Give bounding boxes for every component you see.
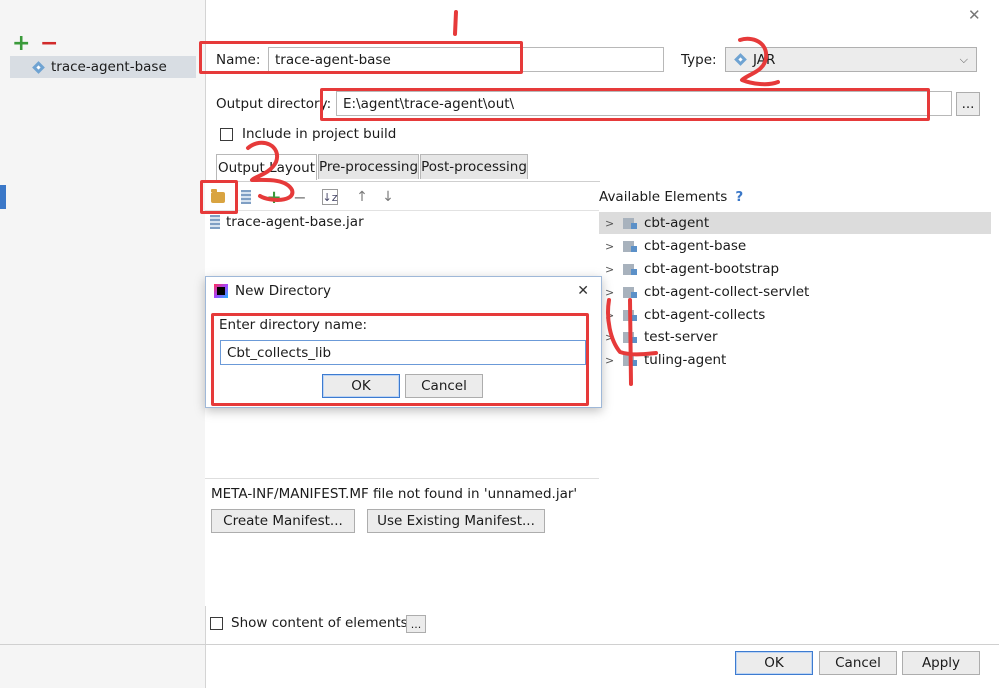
footer-divider xyxy=(0,644,999,645)
help-icon[interactable]: ? xyxy=(735,189,743,205)
ok-button[interactable]: OK xyxy=(735,651,813,675)
available-item-label: cbt-agent-base xyxy=(644,238,747,254)
available-item-label: tuling-agent xyxy=(644,352,727,368)
jar-icon xyxy=(734,53,747,66)
output-dir-label: Output directory: xyxy=(216,96,332,112)
available-item-label: cbt-agent xyxy=(644,215,710,231)
module-icon xyxy=(623,309,638,322)
cancel-button[interactable]: Cancel xyxy=(819,651,897,675)
type-label: Type: xyxy=(681,52,717,68)
chevron-right-icon: > xyxy=(605,239,615,253)
dialog-title: New Directory xyxy=(235,283,331,299)
scroll-indicator xyxy=(0,185,6,209)
annotation-box-name xyxy=(199,41,523,74)
sort-icon: ↓z xyxy=(322,190,338,204)
available-elements-title: Available Elements xyxy=(599,189,728,205)
module-icon xyxy=(623,240,638,253)
arrow-up-icon: ↑ xyxy=(356,189,368,205)
jar-icon xyxy=(32,61,45,74)
type-select-value: JAR xyxy=(753,51,776,68)
available-item[interactable]: > cbt-agent xyxy=(599,212,991,234)
include-label: Include in project build xyxy=(242,126,397,142)
dialog-close-icon[interactable]: ✕ xyxy=(577,283,589,299)
module-icon xyxy=(623,354,638,367)
annotation-box-new-folder xyxy=(200,180,238,214)
artifact-item-label: trace-agent-base xyxy=(51,59,167,75)
dialog-titlebar: New Directory ✕ xyxy=(206,277,601,305)
arrow-down-icon: ↓ xyxy=(382,189,394,205)
layout-tree-item-label: trace-agent-base.jar xyxy=(226,214,364,230)
add-copy-button[interactable]: + xyxy=(266,186,282,208)
artifact-item[interactable]: trace-agent-base xyxy=(10,56,196,78)
available-elements-header: Available Elements ? xyxy=(599,189,743,205)
available-item[interactable]: > tuling-agent xyxy=(599,349,991,371)
module-icon xyxy=(623,217,638,230)
archive-icon xyxy=(241,190,251,204)
divider xyxy=(205,478,599,479)
show-content-label: Show content of elements xyxy=(231,615,408,631)
archive-icon xyxy=(210,215,220,229)
add-artifact-button[interactable]: + xyxy=(12,33,30,55)
available-item-label: cbt-agent-collects xyxy=(644,307,766,323)
tab-pre-processing[interactable]: Pre-processing xyxy=(318,154,419,179)
include-checkbox[interactable] xyxy=(220,128,233,141)
chevron-down-icon: ⌵ xyxy=(959,52,968,66)
artifacts-panel xyxy=(0,0,206,688)
annotation-box-dialog xyxy=(211,313,589,406)
add-archive-button[interactable] xyxy=(238,189,254,205)
sort-button[interactable]: ↓z xyxy=(322,189,338,205)
available-item-label: cbt-agent-collect-servlet xyxy=(644,284,810,300)
layout-toolbar xyxy=(205,183,600,211)
remove-artifact-button[interactable]: − xyxy=(40,33,58,55)
tab-output-layout[interactable]: Output Layout xyxy=(216,154,317,180)
remove-button[interactable]: − xyxy=(292,187,308,207)
show-content-checkbox[interactable] xyxy=(210,617,223,630)
annotation-box-output-dir xyxy=(320,88,930,121)
chevron-right-icon: > xyxy=(605,216,615,230)
type-select[interactable]: JAR ⌵ xyxy=(725,47,977,72)
chevron-right-icon: > xyxy=(605,262,615,276)
manifest-message: META-INF/MANIFEST.MF file not found in '… xyxy=(211,486,578,502)
available-item[interactable]: > cbt-agent-base xyxy=(599,235,991,257)
show-content-options-button[interactable]: ... xyxy=(406,615,426,633)
minus-icon: − xyxy=(293,187,307,207)
tab-post-processing[interactable]: Post-processing xyxy=(420,154,528,179)
available-item-label: test-server xyxy=(644,329,718,345)
browse-button[interactable]: ... xyxy=(956,92,980,116)
app-icon xyxy=(214,284,228,298)
annotation-mark-1 xyxy=(453,10,458,36)
close-icon[interactable]: ✕ xyxy=(968,6,981,24)
move-up-button[interactable]: ↑ xyxy=(354,189,370,205)
available-item[interactable]: > cbt-agent-collect-servlet xyxy=(599,281,991,303)
module-icon xyxy=(623,286,638,299)
layout-tree-item[interactable]: trace-agent-base.jar xyxy=(210,214,364,230)
move-down-button[interactable]: ↓ xyxy=(380,189,396,205)
available-item-label: cbt-agent-bootstrap xyxy=(644,261,780,277)
available-item[interactable]: > cbt-agent-collects xyxy=(599,304,991,326)
apply-button[interactable]: Apply xyxy=(902,651,980,675)
available-item[interactable]: > cbt-agent-bootstrap xyxy=(599,258,991,280)
module-icon xyxy=(623,331,638,344)
create-manifest-button[interactable]: Create Manifest... xyxy=(211,509,355,533)
module-icon xyxy=(623,263,638,276)
use-existing-manifest-button[interactable]: Use Existing Manifest... xyxy=(367,509,545,533)
plus-icon: + xyxy=(266,186,282,208)
available-item[interactable]: > test-server xyxy=(599,326,991,348)
